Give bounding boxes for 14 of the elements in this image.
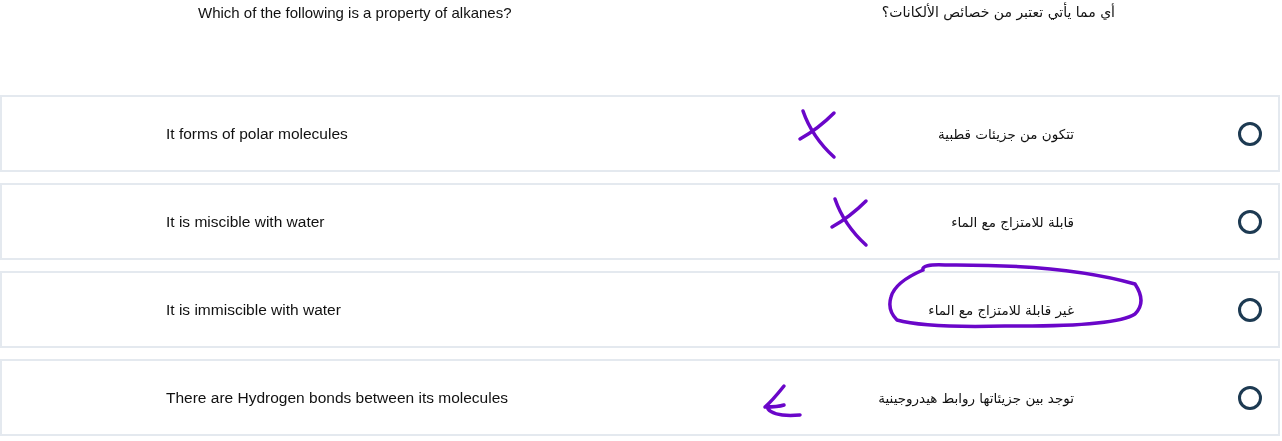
option-text-arabic: قابلة للامتزاج مع الماء bbox=[951, 213, 1074, 230]
radio-button[interactable] bbox=[1238, 209, 1262, 234]
radio-button[interactable] bbox=[1238, 121, 1262, 146]
radio-button[interactable] bbox=[1238, 385, 1262, 410]
option-text: It is miscible with water bbox=[166, 212, 326, 231]
option-text: It is immiscible with water bbox=[166, 300, 342, 319]
radio-button[interactable] bbox=[1238, 297, 1262, 322]
option-text-arabic: غير قابلة للامتزاج مع الماء bbox=[928, 301, 1074, 318]
option-text-arabic: تتكون من جزيئات قطبية bbox=[938, 125, 1074, 142]
question-text-arabic: أي مما يأتي تعتبر من خصائص الألكانات؟ bbox=[881, 4, 1115, 23]
option-text-arabic: توجد بين جزيئاتها روابط هيدروجينية bbox=[878, 389, 1074, 406]
option-text: It forms of polar molecules bbox=[166, 124, 349, 143]
option-text: There are Hydrogen bonds between its molecules bbox=[166, 388, 510, 407]
question-text: Which of the following is a property of alkanes? bbox=[198, 4, 513, 23]
